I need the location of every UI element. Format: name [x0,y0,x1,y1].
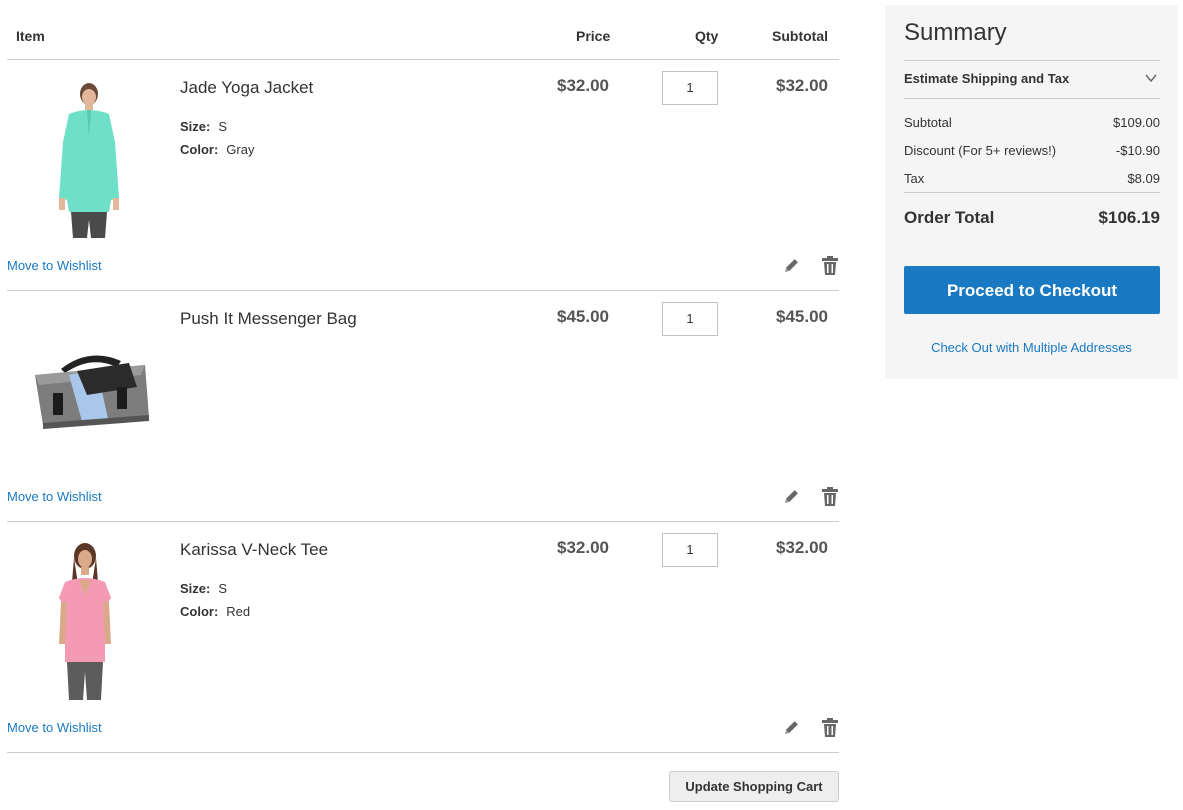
tee-product-image[interactable] [21,542,157,700]
multiple-addresses-link[interactable]: Check Out with Multiple Addresses [885,340,1178,355]
summary-title: Summary [904,19,1007,46]
trash-delete-icon[interactable] [822,256,838,275]
summary-discount-label: Discount (For 5+ reviews!) [904,143,1057,158]
option-size: Size: S [180,119,227,134]
trash-delete-icon[interactable] [822,718,838,737]
trash-delete-icon[interactable] [822,487,838,506]
item-subtotal: $32.00 [776,538,828,557]
divider [904,98,1160,99]
cart-table-header: Item Price Qty Subtotal [7,0,839,60]
bag-product-image[interactable] [21,311,157,469]
column-header-subtotal: Subtotal [772,28,828,44]
product-name[interactable]: Karissa V-Neck Tee [180,540,328,560]
move-to-wishlist-link[interactable]: Move to Wishlist [7,489,102,504]
proceed-to-checkout-button[interactable]: Proceed to Checkout [904,266,1160,314]
pencil-edit-icon[interactable] [783,719,800,736]
item-price: $32.00 [557,76,609,95]
cart-item-row: Push It Messenger Bag $45.00 1 $45.00 Mo… [7,291,839,522]
item-subtotal: $45.00 [776,307,828,326]
option-size-label: Size: [180,581,211,596]
option-color-label: Color: [180,604,219,619]
column-header-qty: Qty [695,28,719,44]
cart-item-row: Jade Yoga Jacket Size: S Color: Gray $32.0… [7,60,839,291]
divider [904,60,1160,61]
move-to-wishlist-link[interactable]: Move to Wishlist [7,720,102,735]
product-name[interactable]: Jade Yoga Jacket [180,78,313,98]
cart-table: Item Price Qty Subtotal Jade Yoga Jacket… [7,0,839,753]
move-to-wishlist-link[interactable]: Move to Wishlist [7,258,102,273]
divider [904,192,1160,193]
option-size-value: S [218,119,228,134]
update-shopping-cart-button[interactable]: Update Shopping Cart [669,771,839,802]
summary-tax-value: $8.09 [1127,171,1160,186]
column-header-price: Price [576,28,611,44]
option-color-value: Red [226,604,251,619]
qty-input[interactable]: 1 [662,533,718,567]
item-price: $32.00 [557,538,609,557]
order-summary-panel: Summary Estimate Shipping and Tax Subtot… [885,5,1178,379]
qty-input[interactable]: 1 [662,302,718,336]
qty-input[interactable]: 1 [662,71,718,105]
summary-discount-value: -$10.90 [1115,143,1160,158]
chevron-down-icon[interactable] [1144,71,1158,85]
item-subtotal: $32.00 [776,76,828,95]
column-header-item: Item [16,28,45,44]
option-color: Color: Gray [180,142,254,157]
option-color: Color: Red [180,604,250,619]
pencil-edit-icon[interactable] [783,488,800,505]
summary-subtotal-value: $109.00 [1113,115,1160,130]
option-color-label: Color: [180,142,219,157]
cart-item-row: Karissa V-Neck Tee Size: S Color: Red $32.… [7,522,839,753]
option-color-value: Gray [226,142,255,157]
option-size-value: S [218,581,228,596]
pencil-edit-icon[interactable] [783,257,800,274]
jacket-product-image[interactable] [21,80,157,238]
estimate-shipping-toggle[interactable]: Estimate Shipping and Tax [904,71,1069,86]
order-total-value: $106.19 [1098,208,1160,227]
product-name[interactable]: Push It Messenger Bag [180,309,357,329]
option-size: Size: S [180,581,227,596]
summary-tax-label: Tax [904,171,925,186]
order-total-label: Order Total [904,208,995,227]
option-size-label: Size: [180,119,211,134]
summary-subtotal-label: Subtotal [904,115,952,130]
item-price: $45.00 [557,307,609,326]
